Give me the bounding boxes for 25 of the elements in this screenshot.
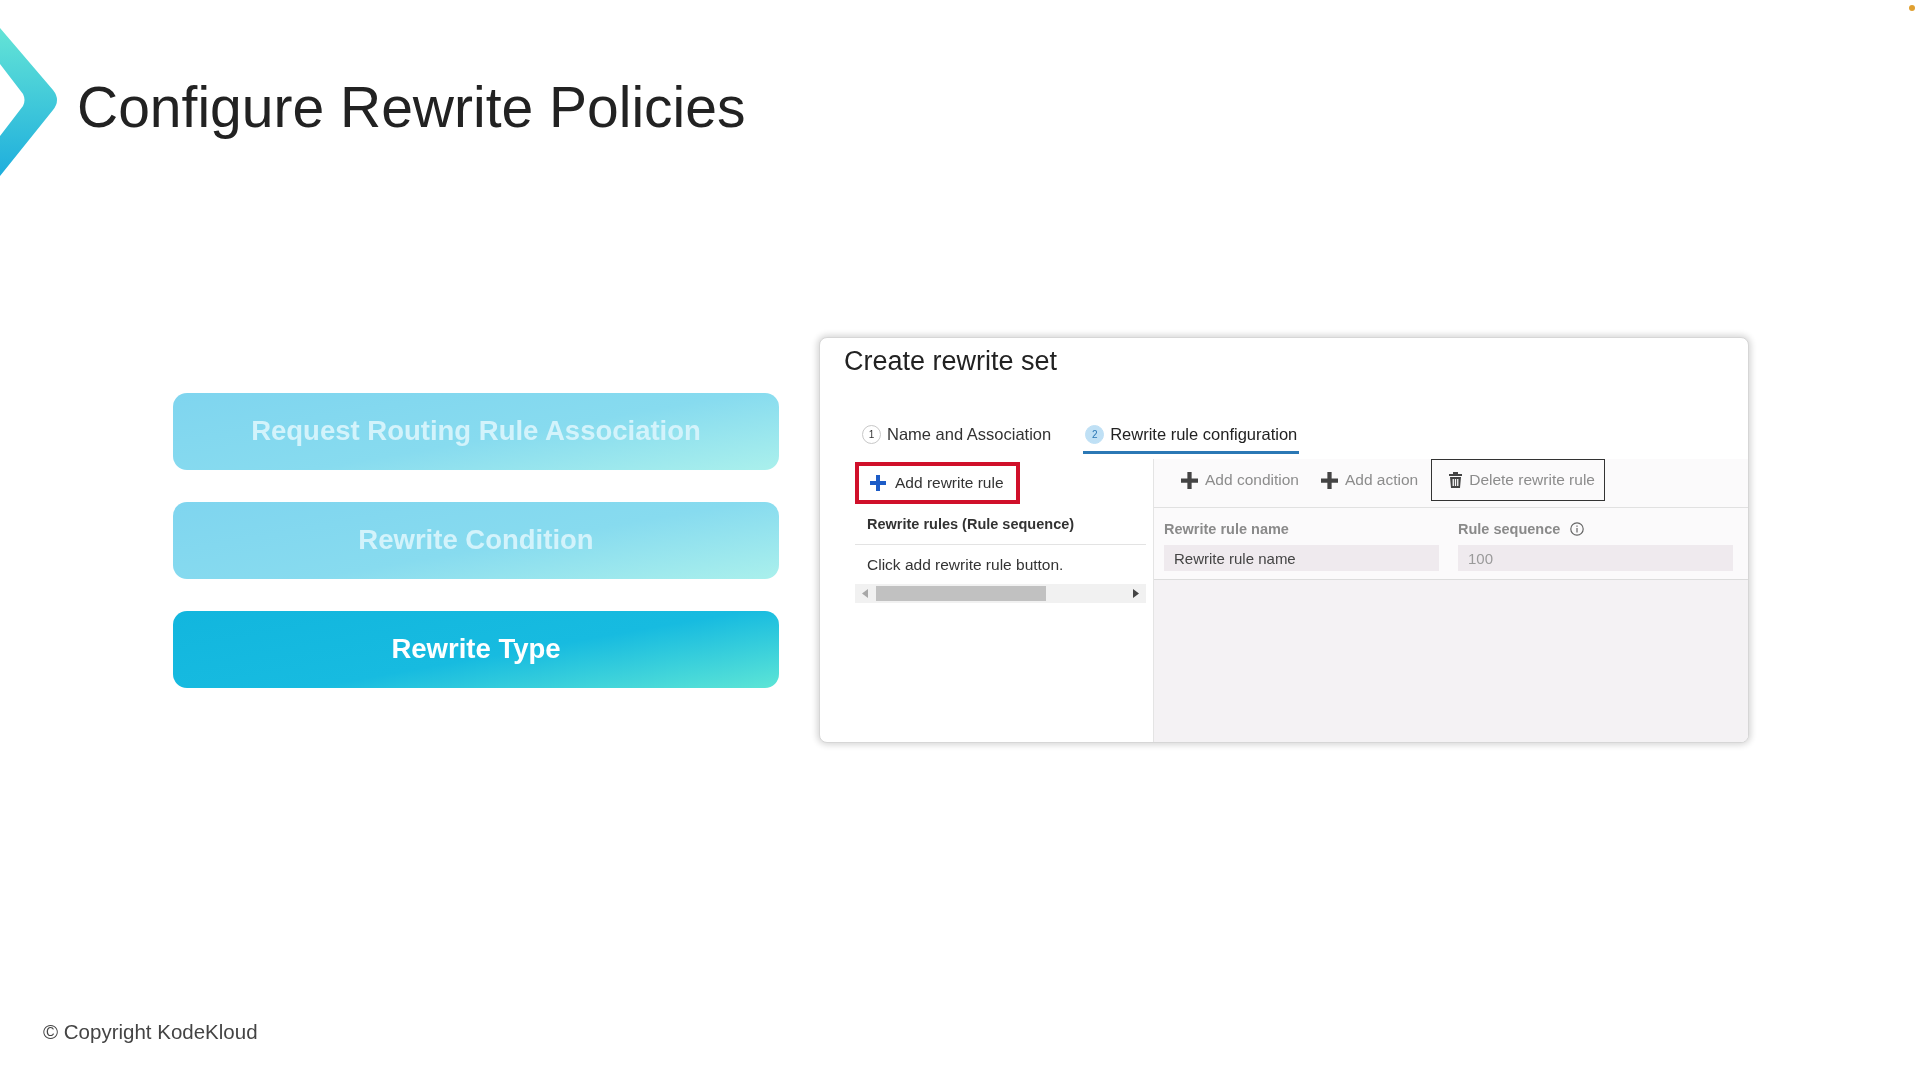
plus-icon [1181,471,1198,489]
add-rewrite-rule-button[interactable]: Add rewrite rule [855,462,1020,504]
wizard-tab[interactable]: 2 Rewrite rule configuration [1083,425,1300,454]
left-arrow-icon[interactable] [862,589,868,598]
wizard-tab[interactable]: 1 Name and Association [860,425,1054,454]
dot-icon [1909,5,1915,11]
step-number: 1 [862,425,881,444]
topic-item: Rewrite Type [173,610,779,688]
right-arrow-icon[interactable] [1133,589,1139,598]
plus-icon [870,475,886,491]
text-field[interactable]: Rewrite rule name [1164,545,1439,571]
list-header: Rewrite rules (Rule sequence) [855,515,1146,545]
copyright-text: © Copyright KodeKloud [43,1019,258,1044]
horizontal-scrollbar[interactable] [855,584,1146,603]
slide-title: Configure Rewrite Policies [77,74,746,140]
field-label: Rule sequence [1458,520,1561,538]
trash-icon [1449,472,1463,488]
field-label: Rewrite rule name [1164,520,1289,538]
dialog-title: Create rewrite set [844,345,1058,378]
step-number: 2 [1085,425,1105,444]
empty-list-text: Click add rewrite rule button. [866,555,1065,574]
topic-item: Rewrite Condition [173,501,779,579]
plus-icon [1320,471,1338,489]
topic-item: Request Routing Rule Association [173,392,779,470]
scrollbar-thumb[interactable] [876,586,1046,601]
